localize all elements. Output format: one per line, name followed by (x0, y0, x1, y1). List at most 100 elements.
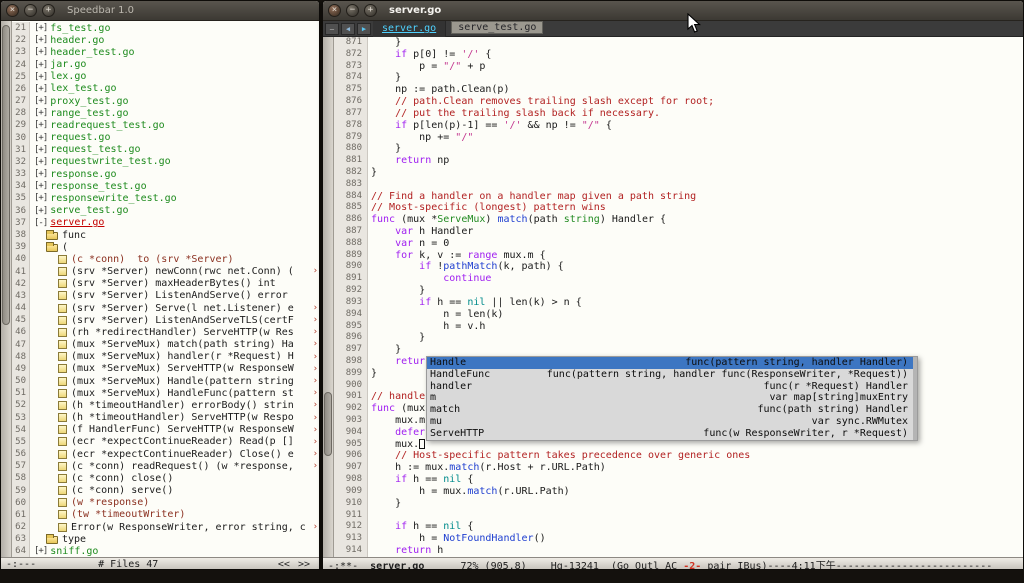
code-line[interactable]: 893 if h == nil || len(k) > n { (334, 297, 1023, 309)
speedbar-row[interactable]: 46(rh *redirectHandler) ServeHTTP(w Res› (12, 326, 319, 338)
file-name[interactable]: serve_test.go (50, 205, 128, 216)
code-line[interactable]: 877 // put the trailing slash back if ne… (334, 108, 1023, 120)
tag-label[interactable]: Error(w ResponseWriter, error string, c (71, 522, 306, 533)
tag-label[interactable]: (c *conn) readRequest() (w *response, (71, 461, 294, 472)
code-line[interactable]: 872 if p[0] != '/' { (334, 49, 1023, 61)
completion-item[interactable]: mvar map[string]muxEntry (427, 392, 917, 404)
tab-prev-button[interactable]: ◀ (341, 23, 355, 35)
code-line[interactable]: 875 np := path.Clean(p) (334, 84, 1023, 96)
expand-toggle[interactable]: [+] (34, 108, 47, 118)
tag-icon[interactable] (58, 413, 67, 422)
file-name[interactable]: requestwrite_test.go (50, 156, 170, 167)
speedbar-row[interactable]: 27[+]proxy_test.go (12, 95, 319, 107)
tab-serve_test-go[interactable]: serve_test.go (451, 21, 543, 34)
tag-icon[interactable] (58, 437, 67, 446)
speedbar-row[interactable]: 57(c *conn) readRequest() (w *response,› (12, 460, 319, 472)
tag-label[interactable]: (mux *ServeMux) HandleFunc(pattern st (71, 388, 294, 399)
speedbar-row[interactable]: 55(ecr *expectContinueReader) Read(p []› (12, 436, 319, 448)
speedbar-row[interactable]: 24[+]jar.go (12, 59, 319, 71)
tag-label[interactable]: (c *conn) close() (71, 473, 173, 484)
tag-label[interactable]: (rh *redirectHandler) ServeHTTP(w Res (71, 327, 294, 338)
speedbar-nav-back[interactable]: << (278, 559, 290, 570)
code-line[interactable]: 879 np += "/" (334, 132, 1023, 144)
speedbar-row[interactable]: 26[+]lex_test.go (12, 83, 319, 95)
tag-icon[interactable] (58, 523, 67, 532)
tag-icon[interactable] (58, 364, 67, 373)
code-line[interactable]: 889 for k, v := range mux.m { (334, 250, 1023, 262)
file-name[interactable]: jar.go (50, 59, 86, 70)
speedbar-row[interactable]: 35[+]responsewrite_test.go (12, 192, 319, 204)
file-name[interactable]: request.go (50, 132, 110, 143)
tag-label[interactable]: (srv *Server) ListenAndServe() error (71, 290, 288, 301)
file-name[interactable]: proxy_test.go (50, 96, 128, 107)
tag-group-label[interactable]: func (62, 230, 86, 241)
code-line[interactable]: 886func (mux *ServeMux) match(path strin… (334, 214, 1023, 226)
speedbar-row[interactable]: 50(mux *ServeMux) Handle(pattern string› (12, 375, 319, 387)
tag-icon[interactable] (58, 316, 67, 325)
speedbar-row[interactable]: 22[+]header.go (12, 34, 319, 46)
tag-icon[interactable] (58, 328, 67, 337)
completion-item[interactable]: muvar sync.RWMutex (427, 416, 917, 428)
code-line[interactable]: 884// Find a handler on a handler map gi… (334, 191, 1023, 203)
code-line[interactable]: 874 } (334, 72, 1023, 84)
speedbar-row[interactable]: 59(c *conn) serve() (12, 485, 319, 497)
file-name[interactable]: header.go (50, 35, 104, 46)
tag-icon[interactable] (58, 486, 67, 495)
tag-icon[interactable] (58, 474, 67, 483)
speedbar-row[interactable]: 30[+]request.go (12, 132, 319, 144)
scrollbar-thumb[interactable] (324, 392, 332, 456)
code-line[interactable]: 913 h = NotFoundHandler() (334, 533, 1023, 545)
speedbar-row[interactable]: 25[+]lex.go (12, 71, 319, 83)
code-line[interactable]: 885// Most-specific (longest) pattern wi… (334, 202, 1023, 214)
tag-label[interactable]: (f HandlerFunc) ServeHTTP(w ResponseW (71, 424, 294, 435)
expand-toggle[interactable]: [+] (34, 145, 47, 155)
tag-icon[interactable] (58, 291, 67, 300)
speedbar-row[interactable]: 31[+]request_test.go (12, 144, 319, 156)
folder-icon[interactable] (46, 244, 58, 252)
speedbar-row[interactable]: 44(srv *Server) Serve(l net.Listener) e› (12, 302, 319, 314)
speedbar-row[interactable]: 56(ecr *expectContinueReader) Close() e› (12, 448, 319, 460)
tag-icon[interactable] (58, 450, 67, 459)
expand-toggle[interactable]: [+] (34, 206, 47, 216)
speedbar-scrollbar[interactable] (1, 21, 12, 557)
minimize-button[interactable]: − (24, 4, 37, 17)
file-name[interactable]: response.go (50, 169, 116, 180)
tag-icon[interactable] (58, 462, 67, 471)
code-line[interactable]: 878 if p[len(p)-1] == '/' && np != "/" { (334, 120, 1023, 132)
code-line[interactable]: 876 // path.Clean removes trailing slash… (334, 96, 1023, 108)
speedbar-row[interactable]: 52(h *timeoutHandler) errorBody() strin› (12, 399, 319, 411)
speedbar-row[interactable]: 61(tw *timeoutWriter) (12, 509, 319, 521)
tag-icon[interactable] (58, 304, 67, 313)
speedbar-row[interactable]: 60(w *response) (12, 497, 319, 509)
tag-icon[interactable] (58, 340, 67, 349)
maximize-button[interactable]: + (364, 4, 377, 17)
completion-item[interactable]: handlerfunc(r *Request) Handler (427, 381, 917, 393)
tab-list-button[interactable]: — (325, 23, 339, 35)
file-name[interactable]: responsewrite_test.go (50, 193, 176, 204)
speedbar-nav-forward[interactable]: >> (298, 559, 310, 570)
tag-label[interactable]: (mux *ServeMux) handler(r *Request) H (71, 351, 294, 362)
completion-item[interactable]: ServeHTTPfunc(w ResponseWriter, r *Reque… (427, 428, 917, 440)
tag-icon[interactable] (58, 510, 67, 519)
completion-item[interactable]: Handlefunc(pattern string, handler Handl… (427, 357, 917, 369)
expand-toggle[interactable]: [+] (34, 169, 47, 179)
speedbar-row[interactable]: 28[+]range_test.go (12, 107, 319, 119)
tag-icon[interactable] (58, 498, 67, 507)
tag-label[interactable]: (c *conn) serve() (71, 485, 173, 496)
tag-group-label[interactable]: ( (62, 242, 68, 253)
code-line[interactable]: 873 p = "/" + p (334, 61, 1023, 73)
tag-icon[interactable] (58, 377, 67, 386)
folder-icon[interactable] (46, 536, 58, 544)
file-name[interactable]: request_test.go (50, 144, 140, 155)
tag-label[interactable]: (mux *ServeMux) ServeHTTP(w ResponseW (71, 363, 294, 374)
speedbar-row[interactable]: 45(srv *Server) ListenAndServeTLS(certF› (12, 314, 319, 326)
close-button[interactable]: × (328, 4, 341, 17)
code-line[interactable]: 896 } (334, 332, 1023, 344)
tag-label[interactable]: (w *response) (71, 497, 149, 508)
editor-titlebar[interactable]: × − + server.go (323, 1, 1023, 21)
tag-icon[interactable] (58, 255, 67, 264)
expand-toggle[interactable]: [+] (34, 60, 47, 70)
tab-next-button[interactable]: ▶ (357, 23, 371, 35)
code-line[interactable]: 911 (334, 510, 1023, 522)
code-line[interactable]: 891 continue (334, 273, 1023, 285)
